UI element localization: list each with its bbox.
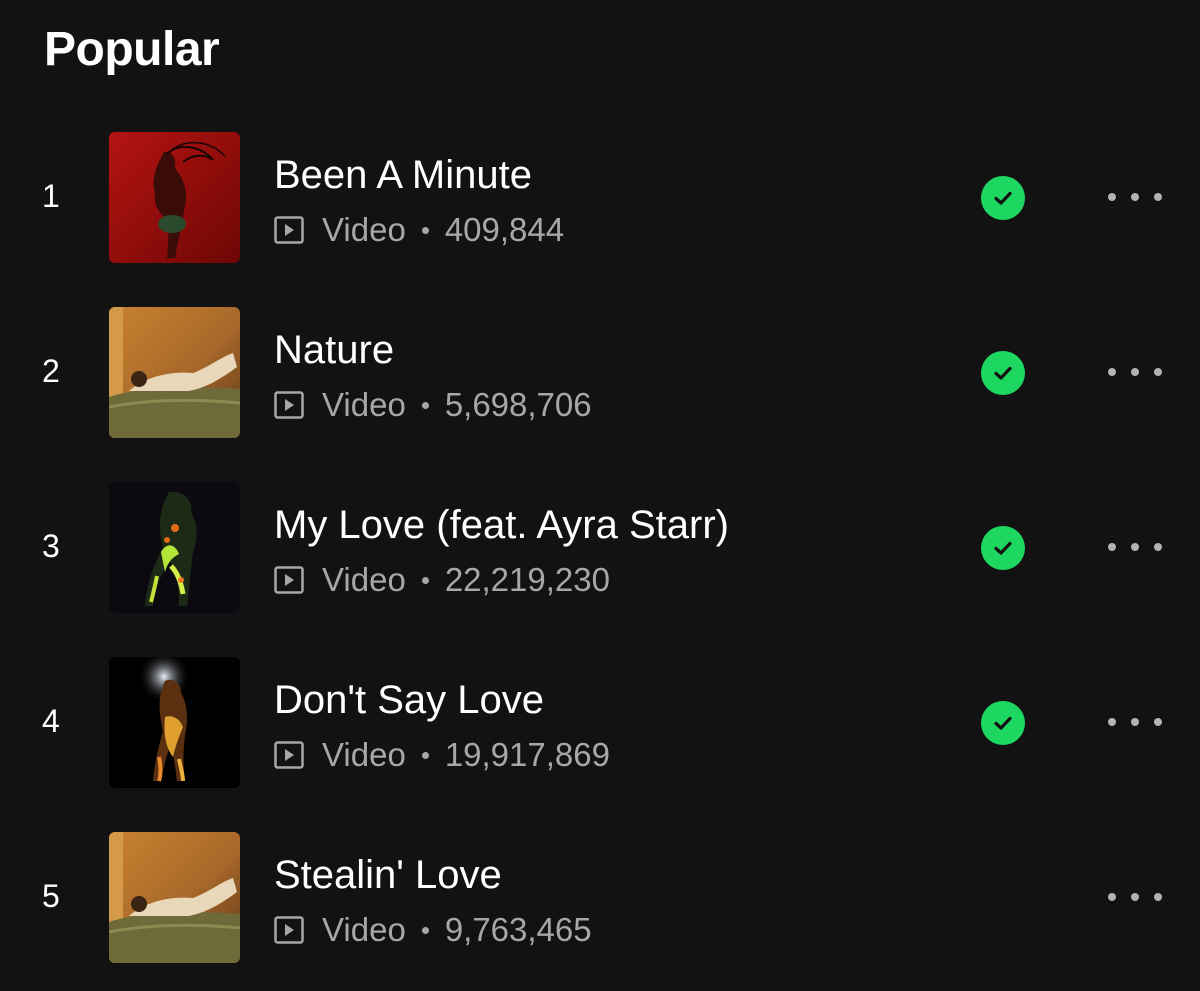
more-options-icon[interactable]: [1108, 182, 1162, 212]
section-title: Popular: [44, 23, 220, 76]
track-play-count: 9,763,465: [444, 911, 592, 948]
more-options-icon[interactable]: [1108, 357, 1162, 387]
more-options-icon[interactable]: [1108, 707, 1162, 737]
track-index: 5: [42, 878, 60, 914]
track-artwork-image: [109, 832, 240, 963]
video-play-icon: [274, 391, 304, 419]
check-circle-icon[interactable]: [981, 351, 1025, 395]
check-circle-icon[interactable]: [981, 526, 1025, 570]
track-meta: Video 9,763,465: [274, 910, 592, 950]
track-artwork-image: [109, 482, 240, 613]
track-thumbnail[interactable]: [109, 482, 240, 613]
track-row[interactable]: 5 Stealin' Love Video 9,763,465: [0, 832, 1200, 963]
track-type-label: Video: [322, 736, 406, 773]
track-row[interactable]: 2 Nature Video 5,698,706: [0, 307, 1200, 438]
track-index: 2: [42, 353, 60, 389]
track-thumbnail[interactable]: [109, 132, 240, 263]
track-title[interactable]: My Love (feat. Ayra Starr): [274, 502, 729, 548]
track-thumbnail[interactable]: [109, 832, 240, 963]
separator-dot: [421, 751, 429, 759]
track-play-count: 19,917,869: [444, 736, 610, 773]
track-meta: Video 5,698,706: [274, 385, 592, 425]
video-play-icon: [274, 566, 304, 594]
more-options-icon[interactable]: [1108, 882, 1162, 912]
track-title[interactable]: Been A Minute: [274, 152, 532, 198]
track-row[interactable]: 4 Don't Say Love Video 19,917,869: [0, 657, 1200, 788]
separator-dot: [421, 401, 429, 409]
track-play-count: 409,844: [444, 211, 565, 248]
track-meta: Video 409,844: [274, 210, 564, 250]
track-meta: Video 19,917,869: [274, 735, 610, 775]
track-index: 1: [42, 178, 60, 214]
track-play-count: 22,219,230: [444, 561, 610, 598]
track-type-label: Video: [322, 386, 406, 423]
track-row[interactable]: 3 My Love (feat. Ayra Starr) Video 22,21…: [0, 482, 1200, 613]
check-circle-icon[interactable]: [981, 176, 1025, 220]
track-index: 4: [42, 703, 60, 739]
track-title[interactable]: Nature: [274, 327, 394, 373]
separator-dot: [421, 926, 429, 934]
more-options-icon[interactable]: [1108, 532, 1162, 562]
track-artwork-image: [109, 132, 240, 263]
track-type-label: Video: [322, 911, 406, 948]
track-row[interactable]: 1 Been A Minute Video 409,844: [0, 132, 1200, 263]
video-play-icon: [274, 916, 304, 944]
track-meta: Video 22,219,230: [274, 560, 610, 600]
separator-dot: [421, 576, 429, 584]
track-list: 1 Been A Minute Video 409,844 2 Nature V…: [0, 132, 1200, 991]
track-type-label: Video: [322, 561, 406, 598]
track-type-label: Video: [322, 211, 406, 248]
track-artwork-image: [109, 307, 240, 438]
video-play-icon: [274, 216, 304, 244]
track-artwork-image: [109, 657, 240, 788]
check-circle-icon[interactable]: [981, 701, 1025, 745]
track-thumbnail[interactable]: [109, 307, 240, 438]
track-index: 3: [42, 528, 60, 564]
video-play-icon: [274, 741, 304, 769]
popular-tracks-page: Popular 1 Been A Minute Video 409,844 2 …: [0, 0, 1200, 991]
track-title[interactable]: Don't Say Love: [274, 677, 544, 723]
track-thumbnail[interactable]: [109, 657, 240, 788]
track-title[interactable]: Stealin' Love: [274, 852, 502, 898]
separator-dot: [421, 226, 429, 234]
track-play-count: 5,698,706: [444, 386, 592, 423]
